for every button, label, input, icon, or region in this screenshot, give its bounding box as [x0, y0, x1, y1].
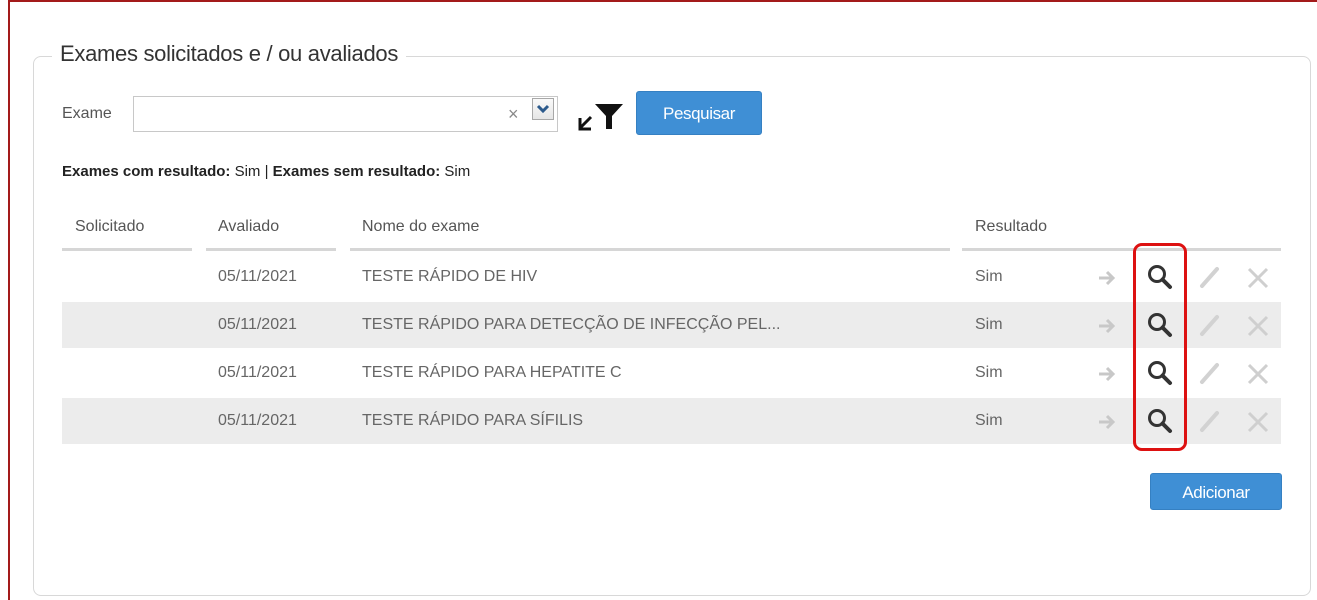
table-row: 05/11/2021 TESTE RÁPIDO PARA SÍFILIS Sim [62, 398, 1281, 444]
arrow-right-icon[interactable] [1097, 269, 1117, 287]
table-row: 05/11/2021 TESTE RÁPIDO DE HIV Sim [62, 254, 1281, 300]
with-result-value: Sim [234, 163, 261, 180]
close-icon[interactable] [1246, 266, 1270, 290]
cell-resultado: Sim [975, 364, 1003, 381]
column-header-resultado[interactable]: Resultado [975, 218, 1047, 236]
highlight-annotation [1133, 243, 1187, 451]
filter-summary: Exames com resultado: Sim | Exames sem r… [62, 163, 470, 180]
column-header-solicitado[interactable]: Solicitado [75, 218, 144, 236]
dropdown-toggle[interactable] [532, 98, 554, 120]
cell-resultado: Sim [975, 412, 1003, 429]
chevron-down-icon [536, 104, 550, 114]
pencil-icon[interactable] [1197, 313, 1221, 337]
column-divider [206, 248, 336, 251]
filter-icon[interactable] [578, 102, 626, 132]
arrow-right-icon[interactable] [1097, 317, 1117, 335]
arrow-right-icon[interactable] [1097, 413, 1117, 431]
cell-avaliado: 05/11/2021 [218, 364, 297, 381]
cell-avaliado: 05/11/2021 [218, 268, 297, 285]
arrow-right-icon[interactable] [1097, 365, 1117, 383]
column-divider [350, 248, 950, 251]
cell-exam-name: TESTE RÁPIDO PARA HEPATITE C [362, 364, 622, 381]
exam-label: Exame [62, 105, 112, 122]
with-result-label: Exames com resultado: [62, 163, 231, 180]
table-row: 05/11/2021 TESTE RÁPIDO PARA HEPATITE C … [62, 350, 1281, 396]
without-result-value: Sim [444, 163, 471, 180]
pencil-icon[interactable] [1197, 361, 1221, 385]
column-header-nome[interactable]: Nome do exame [362, 218, 479, 236]
panel-title: Exames solicitados e / ou avaliados [52, 41, 407, 67]
cell-resultado: Sim [975, 268, 1003, 285]
cell-avaliado: 05/11/2021 [218, 412, 297, 429]
cell-exam-name: TESTE RÁPIDO DE HIV [362, 268, 538, 285]
clear-selection-icon[interactable]: × [508, 104, 519, 124]
cell-exam-name: TESTE RÁPIDO PARA SÍFILIS [362, 412, 584, 429]
cell-exam-name: TESTE RÁPIDO PARA DETECÇÃO DE INFECÇÃO P… [362, 316, 781, 333]
exam-select[interactable] [133, 96, 558, 132]
cell-avaliado: 05/11/2021 [218, 316, 297, 333]
close-icon[interactable] [1246, 314, 1270, 338]
column-header-avaliado[interactable]: Avaliado [218, 218, 279, 236]
pencil-icon[interactable] [1197, 265, 1221, 289]
close-icon[interactable] [1246, 410, 1270, 434]
add-button[interactable]: Adicionar [1150, 473, 1282, 510]
column-divider [962, 248, 1281, 251]
cell-resultado: Sim [975, 316, 1003, 333]
table-row: 05/11/2021 TESTE RÁPIDO PARA DETECÇÃO DE… [62, 302, 1281, 348]
column-divider [62, 248, 192, 251]
search-button[interactable]: Pesquisar [636, 91, 762, 135]
without-result-label: Exames sem resultado: [272, 163, 441, 180]
pencil-icon[interactable] [1197, 409, 1221, 433]
filter-separator: | [264, 163, 269, 180]
close-icon[interactable] [1246, 362, 1270, 386]
